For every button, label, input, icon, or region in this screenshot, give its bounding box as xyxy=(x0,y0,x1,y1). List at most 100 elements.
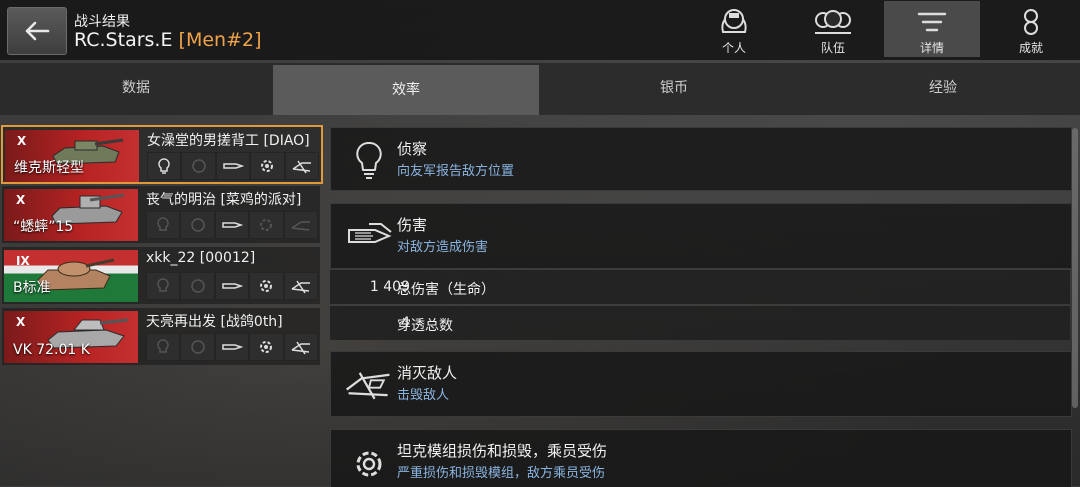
arrow-left-icon xyxy=(25,21,50,41)
nav-personal-label: 个人 xyxy=(721,41,746,55)
tab-bar: 数据 效率 银币 经验 xyxy=(0,63,1080,115)
assist-icon xyxy=(190,218,205,232)
tier-label: X xyxy=(17,134,27,148)
spotting-icon xyxy=(343,136,395,184)
back-button[interactable] xyxy=(7,7,67,55)
player-name: 女澡堂的男搓背工 [DIAO] xyxy=(147,133,310,149)
kills-title: 消灭敌人 xyxy=(397,364,458,382)
damage-icon xyxy=(222,283,244,289)
spotting-icon xyxy=(157,217,169,231)
tab-data[interactable]: 数据 xyxy=(0,63,272,113)
nav-details-label: 详情 xyxy=(919,41,944,55)
scrollbar[interactable] xyxy=(1072,128,1078,408)
tank-thumbnail: IX B标准 xyxy=(4,250,138,302)
spotting-icon xyxy=(157,278,169,292)
nav-details[interactable]: 详情 xyxy=(884,1,980,57)
spotting-title: 侦察 xyxy=(397,140,428,158)
page-title: RC.Stars.E [Men#2] xyxy=(74,29,262,51)
award-slot xyxy=(180,211,215,239)
award-slot xyxy=(214,333,250,361)
tank-name: “蟋蟀”15 xyxy=(13,219,74,235)
award-slot xyxy=(214,272,250,300)
nav-team[interactable]: 队伍 xyxy=(785,1,881,57)
tank-thumbnail: X “蟋蟀”15 xyxy=(4,189,138,241)
tab-experience[interactable]: 经验 xyxy=(809,63,1077,113)
tab-efficiency[interactable]: 效率 xyxy=(273,65,539,115)
kill-icon xyxy=(291,341,310,355)
damage-icon xyxy=(222,222,244,228)
nav-personal[interactable]: 个人 xyxy=(686,1,782,57)
details-icon xyxy=(917,12,947,32)
award-slot xyxy=(146,211,181,239)
modules-title: 坦克模组损伤和损毁，乘员受伤 xyxy=(397,442,608,460)
achievements-icon xyxy=(1024,9,1038,35)
assist-icon xyxy=(190,340,205,354)
top-bar: 战斗结果 RC.Stars.E [Men#2] 个人 队伍 详情 成就 xyxy=(0,0,1080,60)
award-slot xyxy=(283,333,319,361)
module-icon xyxy=(261,160,274,172)
award-strip xyxy=(146,211,319,239)
stat-row-penetrations: 4 穿透总数 xyxy=(330,305,1070,340)
tank-name: B标准 xyxy=(13,280,51,296)
award-slot xyxy=(249,333,284,361)
damage-icon xyxy=(343,212,395,260)
modules-card: 坦克模组损伤和损毁，乘员受伤 严重损伤和损毁模组，敌方乘员受伤 xyxy=(330,429,1072,487)
award-slot xyxy=(283,211,319,239)
module-icon xyxy=(260,219,273,231)
module-icon xyxy=(260,280,273,292)
spotting-icon xyxy=(157,339,169,353)
player-name: xkk_22 [00012] xyxy=(146,250,256,266)
tank-thumbnail: X 维克斯轻型 xyxy=(5,130,139,182)
award-strip xyxy=(146,333,319,361)
award-strip xyxy=(146,272,319,300)
tier-label: X xyxy=(16,315,26,329)
kill-icon xyxy=(291,280,310,294)
page-subtitle: 战斗结果 xyxy=(74,14,130,30)
award-slot xyxy=(250,152,285,180)
nav-team-label: 队伍 xyxy=(820,41,845,55)
assist-icon xyxy=(191,159,206,173)
nav-achievements[interactable]: 成就 xyxy=(983,1,1079,57)
kill-icon xyxy=(343,360,395,408)
tank-thumbnail: X VK 72.01 K xyxy=(4,311,138,363)
award-strip xyxy=(147,152,320,180)
award-slot xyxy=(181,152,216,180)
personal-icon xyxy=(721,9,747,33)
kills-desc: 击毁敌人 xyxy=(397,388,450,403)
kill-icon xyxy=(292,160,311,174)
player-name: 天亮再出发 [战鸽0th] xyxy=(146,314,283,330)
tab-silver[interactable]: 银币 xyxy=(540,63,808,113)
module-icon xyxy=(260,341,273,353)
clan-tag: [Men#2] xyxy=(178,29,262,51)
award-slot xyxy=(249,211,284,239)
award-slot xyxy=(284,152,320,180)
player-row[interactable]: X VK 72.01 K 天亮再出发 [战鸽0th] xyxy=(2,308,320,365)
assist-icon xyxy=(190,279,205,293)
stat-row-total-damage: 1 409 总伤害（生命） xyxy=(330,269,1070,304)
player-name: 丧气的明治 [菜鸡的派对] xyxy=(146,192,302,208)
award-slot xyxy=(180,333,215,361)
player-row[interactable]: X “蟋蟀”15 丧气的明治 [菜鸡的派对] xyxy=(2,186,320,243)
nav-achievements-label: 成就 xyxy=(1018,41,1043,55)
stat-label: 总伤害（生命） xyxy=(397,282,495,298)
kill-icon xyxy=(291,221,310,231)
award-slot xyxy=(215,152,251,180)
team-icon xyxy=(815,10,851,34)
player-name: RC.Stars.E xyxy=(74,29,173,51)
kills-card: 消灭敌人 击毁敌人 xyxy=(330,351,1072,417)
award-slot xyxy=(283,272,319,300)
player-row[interactable]: IX B标准 xkk_22 [00012] xyxy=(2,247,320,304)
spotting-icon xyxy=(158,158,170,174)
tier-label: IX xyxy=(16,254,30,268)
modules-desc: 严重损伤和损毁模组，敌方乘员受伤 xyxy=(397,466,606,481)
tier-label: X xyxy=(16,193,26,207)
damage-icon xyxy=(223,163,245,169)
player-row[interactable]: X 维克斯轻型 女澡堂的男搓背工 [DIAO] xyxy=(1,125,323,184)
award-slot xyxy=(146,272,181,300)
award-slot xyxy=(214,211,250,239)
tank-name: VK 72.01 K xyxy=(13,342,90,358)
damage-icon xyxy=(222,344,244,350)
damage-title: 伤害 xyxy=(397,216,428,234)
award-slot xyxy=(180,272,215,300)
award-slot xyxy=(249,272,284,300)
